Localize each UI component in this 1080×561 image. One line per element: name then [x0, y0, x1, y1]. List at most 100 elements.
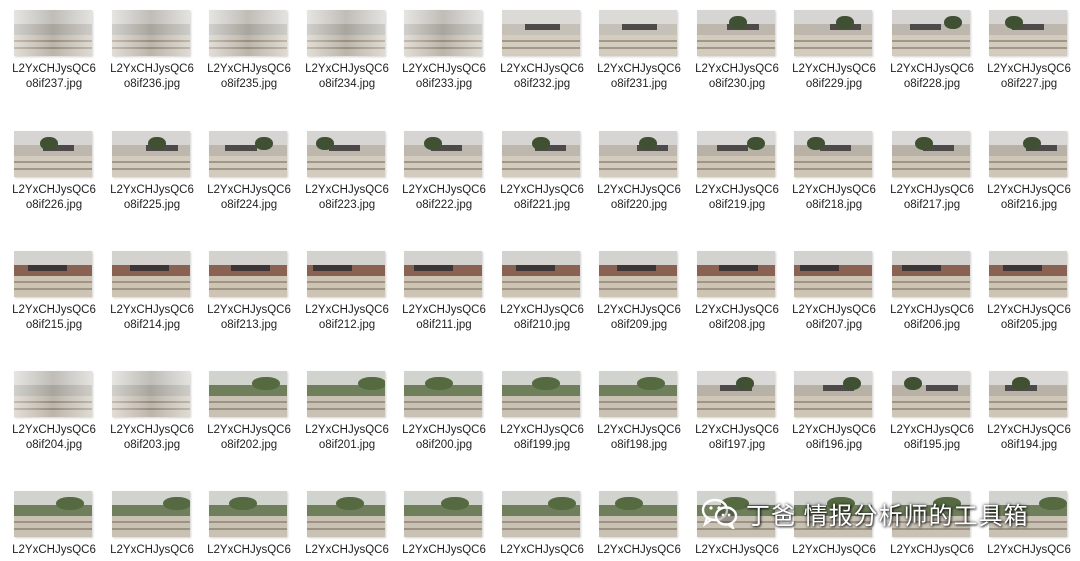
file-thumbnail[interactable] [697, 10, 775, 56]
file-thumbnail[interactable] [209, 10, 287, 56]
file-thumbnail[interactable] [209, 251, 287, 297]
file-name[interactable]: L2YxCHJysQC6 o8if235.jpg [201, 62, 297, 92]
file-name[interactable]: L2YxCHJysQC6 o8if204.jpg [6, 423, 102, 453]
file-name[interactable]: L2YxCHJysQC6 o8if220.jpg [591, 183, 687, 213]
file-thumbnail[interactable] [599, 491, 677, 537]
file-name[interactable]: L2YxCHJysQC6 o8if227.jpg [981, 62, 1077, 92]
file-name[interactable]: L2YxCHJysQC6 o8if207.jpg [786, 303, 882, 333]
file-thumbnail[interactable] [599, 371, 677, 417]
file-name[interactable]: L2YxCHJysQC6 o8if237.jpg [6, 62, 102, 92]
file-thumbnail[interactable] [599, 131, 677, 177]
file-thumbnail[interactable] [209, 131, 287, 177]
file-name[interactable]: L2YxCHJysQC6 [494, 543, 590, 558]
file-name[interactable]: L2YxCHJysQC6 o8if230.jpg [689, 62, 785, 92]
file-name[interactable]: L2YxCHJysQC6 o8if219.jpg [689, 183, 785, 213]
file-name[interactable]: L2YxCHJysQC6 o8if233.jpg [396, 62, 492, 92]
file-name[interactable]: L2YxCHJysQC6 o8if198.jpg [591, 423, 687, 453]
file-name[interactable]: L2YxCHJysQC6 o8if208.jpg [689, 303, 785, 333]
file-name[interactable]: L2YxCHJysQC6 o8if195.jpg [884, 423, 980, 453]
file-thumbnail[interactable] [14, 10, 92, 56]
file-thumbnail[interactable] [892, 10, 970, 56]
file-thumbnail[interactable] [697, 251, 775, 297]
file-name[interactable]: L2YxCHJysQC6 o8if197.jpg [689, 423, 785, 453]
file-thumbnail[interactable] [599, 251, 677, 297]
file-thumbnail[interactable] [404, 131, 482, 177]
file-name[interactable]: L2YxCHJysQC6 o8if196.jpg [786, 423, 882, 453]
file-thumbnail[interactable] [404, 371, 482, 417]
file-name[interactable]: L2YxCHJysQC6 o8if203.jpg [104, 423, 200, 453]
file-name[interactable]: L2YxCHJysQC6 o8if216.jpg [981, 183, 1077, 213]
file-thumbnail[interactable] [502, 371, 580, 417]
file-thumbnail[interactable] [892, 131, 970, 177]
file-thumbnail[interactable] [599, 10, 677, 56]
file-thumbnail[interactable] [989, 251, 1067, 297]
file-thumbnail[interactable] [112, 10, 190, 56]
file-thumbnail[interactable] [112, 131, 190, 177]
file-thumbnail[interactable] [502, 491, 580, 537]
file-name[interactable]: L2YxCHJysQC6 o8if205.jpg [981, 303, 1077, 333]
file-thumbnail[interactable] [697, 371, 775, 417]
file-thumbnail[interactable] [892, 251, 970, 297]
file-thumbnail[interactable] [794, 131, 872, 177]
file-name[interactable]: L2YxCHJysQC6 o8if221.jpg [494, 183, 590, 213]
file-name[interactable]: L2YxCHJysQC6 [201, 543, 297, 558]
file-thumbnail[interactable] [989, 10, 1067, 56]
file-name[interactable]: L2YxCHJysQC6 o8if228.jpg [884, 62, 980, 92]
file-name[interactable]: L2YxCHJysQC6 [104, 543, 200, 558]
file-thumbnail[interactable] [14, 371, 92, 417]
file-thumbnail[interactable] [404, 491, 482, 537]
file-name[interactable]: L2YxCHJysQC6 o8if225.jpg [104, 183, 200, 213]
file-name[interactable]: L2YxCHJysQC6 o8if211.jpg [396, 303, 492, 333]
file-thumbnail[interactable] [112, 491, 190, 537]
file-thumbnail[interactable] [307, 10, 385, 56]
file-thumbnail[interactable] [14, 491, 92, 537]
file-name[interactable]: L2YxCHJysQC6 [396, 543, 492, 558]
file-name[interactable]: L2YxCHJysQC6 o8if217.jpg [884, 183, 980, 213]
file-name[interactable]: L2YxCHJysQC6 o8if206.jpg [884, 303, 980, 333]
file-thumbnail[interactable] [404, 251, 482, 297]
file-name[interactable]: L2YxCHJysQC6 [299, 543, 395, 558]
file-name[interactable]: L2YxCHJysQC6 o8if226.jpg [6, 183, 102, 213]
file-thumbnail[interactable] [307, 251, 385, 297]
file-name[interactable]: L2YxCHJysQC6 o8if215.jpg [6, 303, 102, 333]
file-name[interactable]: L2YxCHJysQC6 o8if201.jpg [299, 423, 395, 453]
file-thumbnail[interactable] [989, 371, 1067, 417]
file-name[interactable]: L2YxCHJysQC6 o8if234.jpg [299, 62, 395, 92]
file-thumbnail[interactable] [112, 371, 190, 417]
file-name[interactable]: L2YxCHJysQC6 [981, 543, 1077, 558]
file-name[interactable]: L2YxCHJysQC6 o8if214.jpg [104, 303, 200, 333]
file-thumbnail[interactable] [307, 131, 385, 177]
file-name[interactable]: L2YxCHJysQC6 o8if232.jpg [494, 62, 590, 92]
file-thumbnail[interactable] [404, 10, 482, 56]
file-thumbnail[interactable] [697, 131, 775, 177]
file-name[interactable]: L2YxCHJysQC6 [591, 543, 687, 558]
file-name[interactable]: L2YxCHJysQC6 o8if229.jpg [786, 62, 882, 92]
file-thumbnail[interactable] [307, 491, 385, 537]
file-name[interactable]: L2YxCHJysQC6 o8if218.jpg [786, 183, 882, 213]
file-name[interactable]: L2YxCHJysQC6 o8if224.jpg [201, 183, 297, 213]
file-thumbnail[interactable] [502, 131, 580, 177]
file-name[interactable]: L2YxCHJysQC6 o8if212.jpg [299, 303, 395, 333]
file-thumbnail[interactable] [307, 371, 385, 417]
file-name[interactable]: L2YxCHJysQC6 o8if194.jpg [981, 423, 1077, 453]
file-thumbnail[interactable] [14, 131, 92, 177]
file-name[interactable]: L2YxCHJysQC6 [786, 543, 882, 558]
file-thumbnail[interactable] [794, 10, 872, 56]
file-name[interactable]: L2YxCHJysQC6 o8if209.jpg [591, 303, 687, 333]
file-name[interactable]: L2YxCHJysQC6 o8if200.jpg [396, 423, 492, 453]
file-name[interactable]: L2YxCHJysQC6 o8if231.jpg [591, 62, 687, 92]
file-name[interactable]: L2YxCHJysQC6 [6, 543, 102, 558]
file-name[interactable]: L2YxCHJysQC6 o8if199.jpg [494, 423, 590, 453]
file-thumbnail[interactable] [502, 10, 580, 56]
file-name[interactable]: L2YxCHJysQC6 o8if222.jpg [396, 183, 492, 213]
file-thumbnail[interactable] [209, 371, 287, 417]
file-thumbnail[interactable] [502, 251, 580, 297]
file-thumbnail[interactable] [794, 371, 872, 417]
file-name[interactable]: L2YxCHJysQC6 o8if213.jpg [201, 303, 297, 333]
file-thumbnail[interactable] [794, 251, 872, 297]
file-thumbnail[interactable] [14, 251, 92, 297]
file-name[interactable]: L2YxCHJysQC6 o8if210.jpg [494, 303, 590, 333]
file-name[interactable]: L2YxCHJysQC6 o8if202.jpg [201, 423, 297, 453]
file-thumbnail[interactable] [209, 491, 287, 537]
file-name[interactable]: L2YxCHJysQC6 [884, 543, 980, 558]
